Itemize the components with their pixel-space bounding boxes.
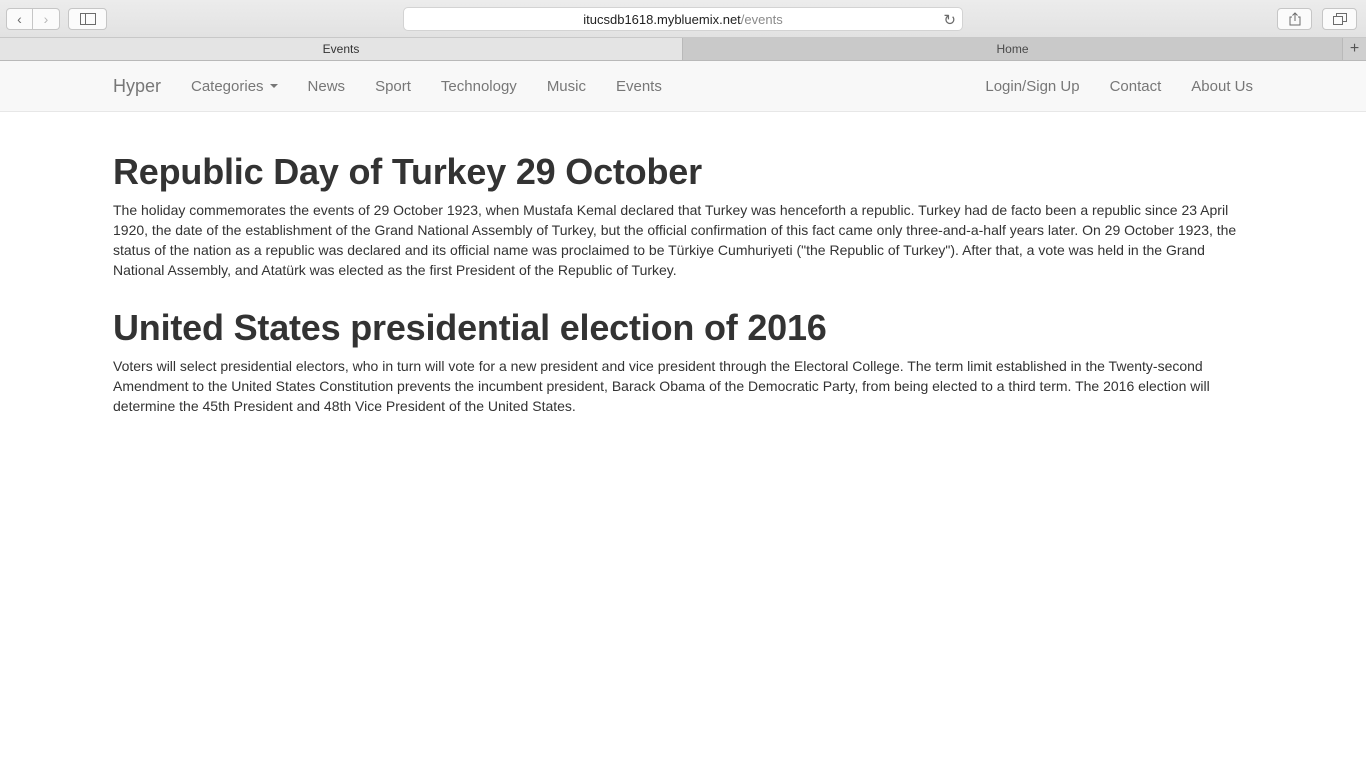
nav-item-contact[interactable]: Contact bbox=[1095, 61, 1177, 111]
show-tabs-button[interactable] bbox=[1322, 8, 1357, 30]
nav-item-music[interactable]: Music bbox=[532, 61, 601, 111]
sidebar-icon bbox=[79, 13, 96, 25]
chevron-left-icon: ‹ bbox=[17, 11, 22, 27]
forward-button[interactable]: › bbox=[33, 8, 60, 30]
brand-link[interactable]: Hyper bbox=[113, 76, 161, 97]
site-navbar: Hyper Categories News Sport Technology M… bbox=[0, 61, 1366, 112]
event-title: Republic Day of Turkey 29 October bbox=[113, 151, 702, 192]
nav-right: Login/Sign Up Contact About Us bbox=[970, 61, 1268, 111]
tab-bar: Events Home + bbox=[0, 38, 1366, 61]
event-item: United States presidential election of 2… bbox=[113, 308, 1253, 416]
share-icon bbox=[1289, 12, 1300, 26]
plus-icon: + bbox=[1349, 40, 1360, 57]
nav-item-about[interactable]: About Us bbox=[1176, 61, 1268, 111]
nav-item-sport[interactable]: Sport bbox=[360, 61, 426, 111]
event-body: Voters will select presidential electors… bbox=[113, 358, 1210, 414]
nav-item-events[interactable]: Events bbox=[601, 61, 677, 111]
address-bar[interactable]: itucsdb1618.mybluemix.net/events ↻ bbox=[403, 7, 963, 31]
chevron-right-icon: › bbox=[43, 11, 49, 27]
sidebar-toggle-button[interactable] bbox=[68, 8, 107, 30]
event-title: United States presidential election of 2… bbox=[113, 307, 827, 348]
tabs-overview-icon bbox=[1332, 13, 1347, 25]
url-path: /events bbox=[740, 11, 783, 27]
reload-icon[interactable]: ↻ bbox=[943, 11, 956, 29]
nav-item-label: Categories bbox=[191, 77, 264, 95]
back-button[interactable]: ‹ bbox=[6, 8, 33, 30]
browser-toolbar: ‹ › itucsdb1618.mybluemix.net/events ↻ bbox=[0, 0, 1366, 38]
nav-left: Categories News Sport Technology Music E… bbox=[176, 61, 677, 111]
nav-item-news[interactable]: News bbox=[293, 61, 361, 111]
tab-events[interactable]: Events bbox=[0, 38, 683, 60]
tab-home[interactable]: Home bbox=[683, 38, 1342, 60]
event-item: Republic Day of Turkey 29 October The ho… bbox=[113, 152, 1253, 280]
events-list: Republic Day of Turkey 29 October The ho… bbox=[113, 112, 1253, 416]
event-body: The holiday commemorates the events of 2… bbox=[113, 202, 1237, 278]
nav-item-login[interactable]: Login/Sign Up bbox=[970, 61, 1094, 111]
url-host: itucsdb1618.mybluemix.net bbox=[583, 11, 741, 27]
caret-down-icon bbox=[269, 84, 278, 88]
nav-item-categories[interactable]: Categories bbox=[176, 61, 293, 111]
nav-item-technology[interactable]: Technology bbox=[426, 61, 532, 111]
share-button[interactable] bbox=[1277, 8, 1312, 30]
new-tab-button[interactable]: + bbox=[1342, 38, 1366, 60]
